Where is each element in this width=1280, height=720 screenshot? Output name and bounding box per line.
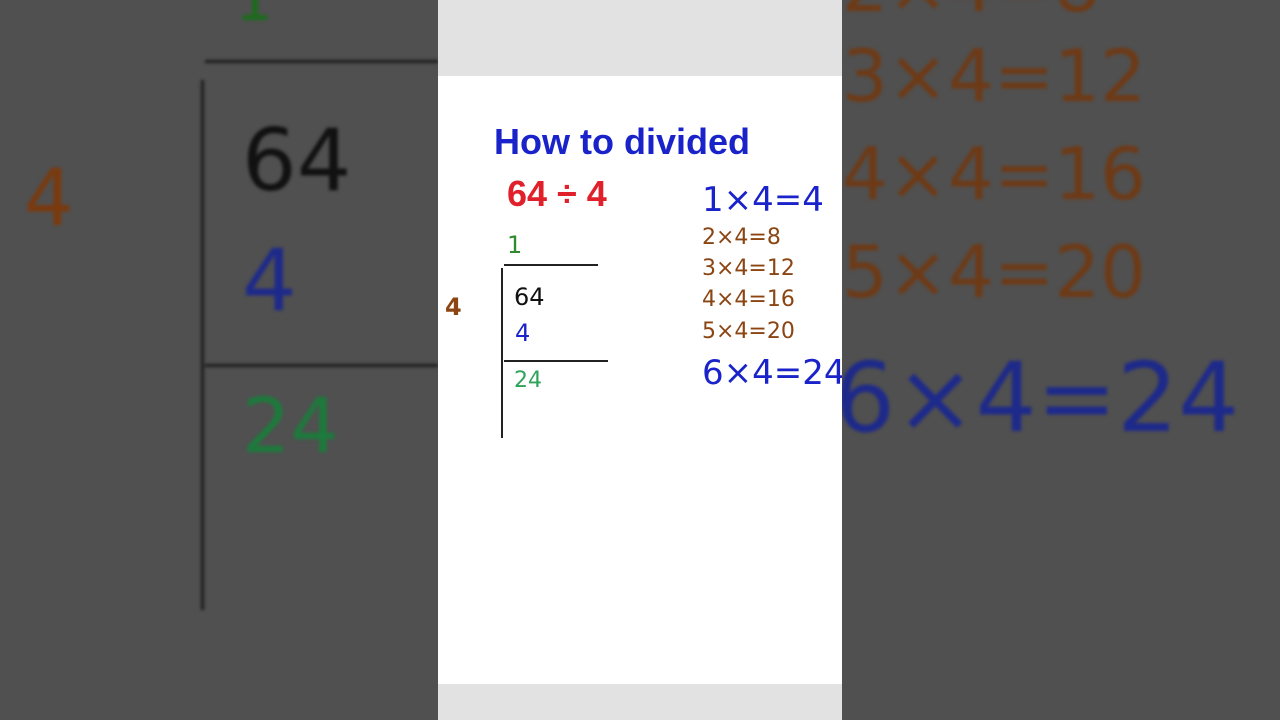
page-title: How to divided (494, 121, 750, 162)
blurred-subtract-value: 4 (242, 231, 297, 331)
table-row-5: 5×4=20 (702, 319, 795, 344)
video-frame: How to divided 64 ÷ 4 1 4 64 4 24 1×4=4 … (438, 0, 842, 720)
subtraction-line (504, 360, 608, 362)
divisor: 4 (445, 293, 462, 321)
problem-text: 64 ÷ 4 (507, 173, 607, 214)
blurred-dividend: 64 (242, 111, 352, 211)
division-vertical-line (501, 268, 503, 438)
dividend: 64 (514, 283, 545, 311)
remainder-row: 24 (514, 368, 542, 393)
division-top-line (504, 264, 598, 266)
table-row-1: 1×4=4 (702, 180, 824, 220)
table-row-6: 6×4=24 (702, 353, 842, 393)
blurred-quotient-digit: 1 (235, 0, 274, 35)
quotient-digit: 1 (507, 231, 523, 259)
blurred-right-panel: 2×4=8 3×4=12 4×4=16 5×4=20 6×4=24 (842, 0, 1280, 720)
blurred-subtraction-bar (205, 364, 438, 367)
blurred-table-row-large: 6×4=24 (842, 342, 1240, 454)
blurred-table-row: 3×4=12 (842, 34, 1146, 118)
blurred-vertical-bar (201, 80, 204, 610)
table-row-3: 3×4=12 (702, 256, 795, 281)
blurred-divisor: 4 (24, 154, 74, 244)
blurred-top-bar (205, 60, 438, 63)
blurred-table-row: 5×4=20 (842, 230, 1146, 314)
blurred-remainder-row: 24 (242, 381, 339, 470)
bottom-letterbox (438, 684, 842, 720)
table-row-4: 4×4=16 (702, 287, 795, 312)
blurred-left-panel: 1 4 64 4 24 (0, 0, 438, 720)
table-row-2: 2×4=8 (702, 225, 781, 250)
subtract-value: 4 (515, 319, 531, 347)
blurred-table-row: 4×4=16 (842, 132, 1146, 216)
blurred-table-row: 2×4=8 (842, 0, 1100, 22)
top-letterbox (438, 0, 842, 76)
